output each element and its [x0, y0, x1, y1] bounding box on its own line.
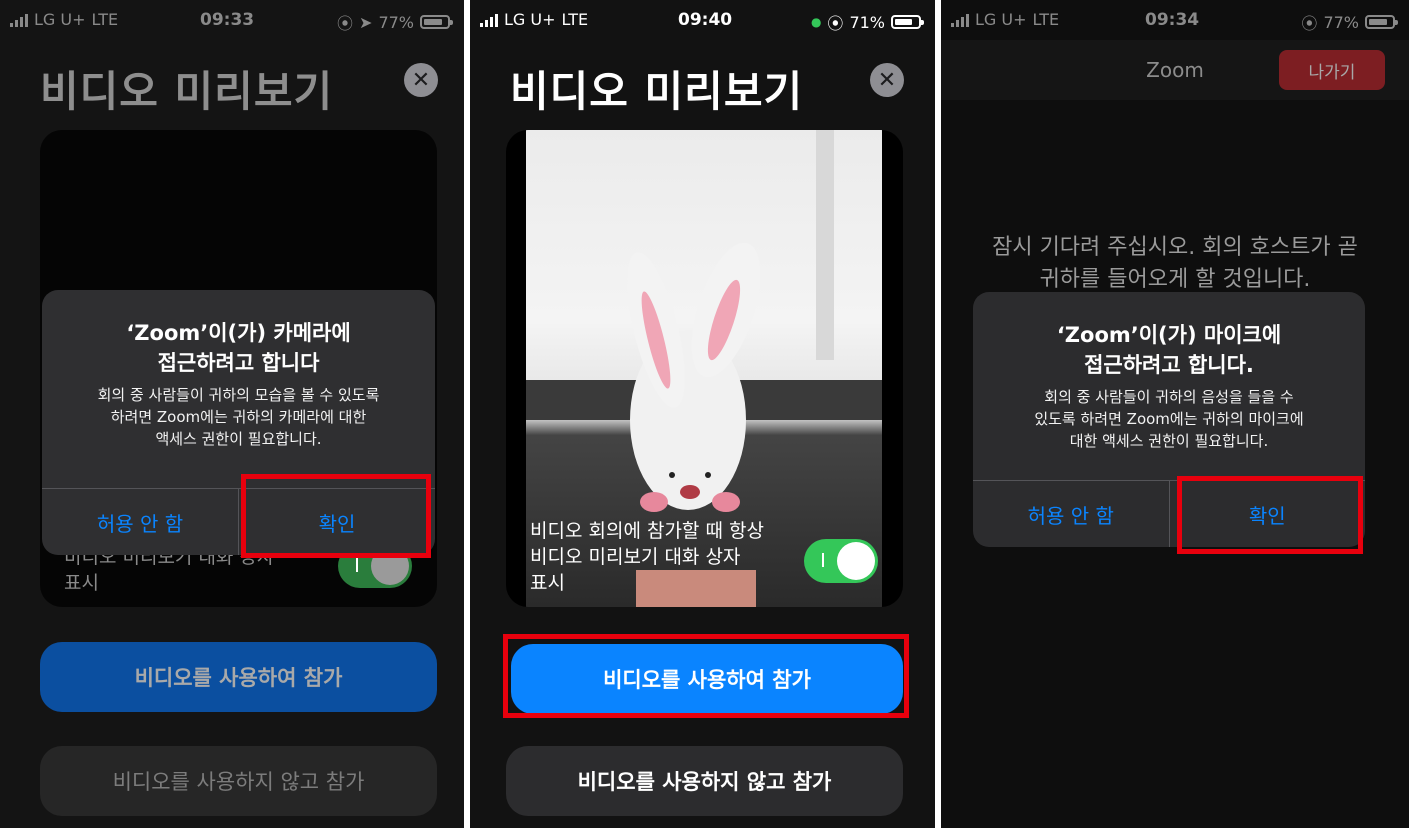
clock: 09:40: [678, 10, 733, 30]
page-title: 비디오 미리보기: [40, 67, 334, 116]
toggle-knob: [837, 542, 875, 580]
close-button[interactable]: ✕: [870, 63, 904, 97]
status-bar: LG U+ LTE 09:40 ● ⦿ 71%: [470, 0, 935, 38]
page-title: 비디오 미리보기: [510, 67, 804, 116]
deny-button[interactable]: 허용 안 함: [973, 481, 1169, 547]
toggle-label: 비디오 회의에 참가할 때 항상 비디오 미리보기 대화 상자 표시: [530, 518, 764, 596]
alert-message: 회의 중 사람들이 귀하의 모습을 볼 수 있도록 하려면 Zoom에는 귀하의…: [42, 384, 435, 466]
join-without-video-button[interactable]: 비디오를 사용하지 않고 참가: [40, 746, 437, 816]
signal-icon: [480, 13, 498, 27]
mic-in-use-dot: ●: [810, 15, 822, 29]
nav-bar: Zoom 나가기: [941, 40, 1409, 100]
battery-icon: [891, 15, 924, 29]
alert-title-line: ‘Zoom’이(가) 마이크에: [1056, 323, 1282, 347]
status-right: ⦿ ➤ 77%: [337, 10, 453, 34]
location-icon: ➤: [359, 12, 373, 32]
toggle-label-line: 표시: [64, 572, 99, 594]
alert-message: 회의 중 사람들이 귀하의 음성을 들을 수 있도록 하려면 Zoom에는 귀하…: [973, 386, 1365, 468]
alert-actions: 허용 안 함 확인: [42, 488, 435, 555]
alert-message-line: 대한 액세스 권한이 필요합니다.: [1069, 432, 1269, 450]
alert-title-line: 접근하려고 합니다: [157, 351, 320, 375]
alert-message-line: 하려면 Zoom에는 귀하의 카메라에 대한: [110, 408, 367, 426]
alert-actions: 허용 안 함 확인: [973, 480, 1365, 547]
battery-percent: 77%: [1323, 12, 1359, 32]
deny-button[interactable]: 허용 안 함: [42, 489, 238, 555]
battery-icon: [420, 15, 453, 29]
alert-message-line: 액세스 권한이 필요합니다.: [155, 430, 322, 448]
network-type: LTE: [91, 10, 119, 29]
alert-message-line: 회의 중 사람들이 귀하의 음성을 들을 수: [1044, 388, 1294, 406]
alert-message-line: 있도록 하려면 Zoom에는 귀하의 마이크에: [1034, 410, 1304, 428]
carrier-name: LG U+: [34, 10, 86, 29]
carrier-info: LG U+ LTE: [480, 10, 588, 29]
signal-icon: [951, 13, 969, 27]
camera-permission-alert: ‘Zoom’이(가) 카메라에 접근하려고 합니다 회의 중 사람들이 귀하의 …: [42, 290, 435, 555]
alert-message-line: 회의 중 사람들이 귀하의 모습을 볼 수 있도록: [97, 386, 380, 404]
orientation-lock-icon: ⦿: [1301, 14, 1318, 33]
battery-icon: [1365, 15, 1398, 29]
ok-button[interactable]: 확인: [239, 489, 435, 555]
toggle-label-line: 비디오 회의에 참가할 때 항상: [530, 520, 764, 542]
waiting-message-line: 잠시 기다려 주십시오. 회의 호스트가 곧: [992, 235, 1358, 260]
carrier-name: LG U+: [504, 10, 556, 29]
orientation-lock-icon: ⦿: [337, 14, 354, 33]
alert-title: ‘Zoom’이(가) 마이크에 접근하려고 합니다.: [973, 292, 1365, 386]
join-without-video-button[interactable]: 비디오를 사용하지 않고 참가: [506, 746, 903, 816]
toggle-label-line: 표시: [530, 572, 565, 594]
video-preview: 비디오 회의에 참가할 때 항상 비디오 미리보기 대화 상자 표시: [506, 130, 903, 607]
leave-button[interactable]: 나가기: [1279, 50, 1385, 90]
close-icon: ✕: [877, 67, 897, 93]
toggle-on-mark: [356, 558, 358, 572]
alert-title-line: 접근하려고 합니다.: [1084, 353, 1254, 377]
signal-icon: [10, 13, 28, 27]
waiting-message: 잠시 기다려 주십시오. 회의 호스트가 곧 귀하를 들어오게 할 것입니다.: [941, 232, 1409, 296]
join-with-video-button[interactable]: 비디오를 사용하여 참가: [40, 642, 437, 712]
clock: 09:34: [1145, 10, 1200, 30]
alert-title: ‘Zoom’이(가) 카메라에 접근하려고 합니다: [42, 290, 435, 384]
status-bar: LG U+ LTE 09:33 ⦿ ➤ 77%: [0, 0, 464, 38]
ok-button[interactable]: 확인: [1170, 481, 1366, 547]
clock: 09:33: [200, 10, 255, 30]
status-bar: LG U+ LTE 09:34 ⦿ 77%: [941, 0, 1409, 38]
orientation-lock-icon: ⦿: [827, 14, 844, 33]
screen-video-preview: LG U+ LTE 09:40 ● ⦿ 71% 비디오 미리보기 ✕ 비디오 회…: [470, 0, 935, 828]
screen-waiting-room: LG U+ LTE 09:34 ⦿ 77% Zoom 나가기 잠시 기다려 주십…: [941, 0, 1409, 828]
join-with-video-button[interactable]: 비디오를 사용하여 참가: [511, 644, 903, 714]
status-right: ⦿ 77%: [1301, 10, 1398, 34]
mic-permission-alert: ‘Zoom’이(가) 마이크에 접근하려고 합니다. 회의 중 사람들이 귀하의…: [973, 292, 1365, 547]
battery-percent: 77%: [378, 12, 414, 32]
carrier-name: LG U+: [975, 10, 1027, 29]
carrier-info: LG U+ LTE: [951, 10, 1059, 29]
status-right: ● ⦿ 71%: [810, 10, 924, 34]
toggle-label-line: 비디오 미리보기 대화 상자: [530, 546, 741, 568]
network-type: LTE: [1032, 10, 1060, 29]
alert-title-line: ‘Zoom’이(가) 카메라에: [126, 321, 351, 345]
toggle-on-mark: [822, 553, 824, 567]
screen-camera-permission: LG U+ LTE 09:33 ⦿ ➤ 77% 비디오 미리보기 ✕ 비디오 미…: [0, 0, 464, 828]
network-type: LTE: [561, 10, 589, 29]
preview-dialog-toggle[interactable]: [804, 539, 878, 583]
carrier-info: LG U+ LTE: [10, 10, 118, 29]
battery-percent: 71%: [849, 12, 885, 32]
close-icon: ✕: [411, 67, 431, 93]
close-button[interactable]: ✕: [404, 63, 438, 97]
